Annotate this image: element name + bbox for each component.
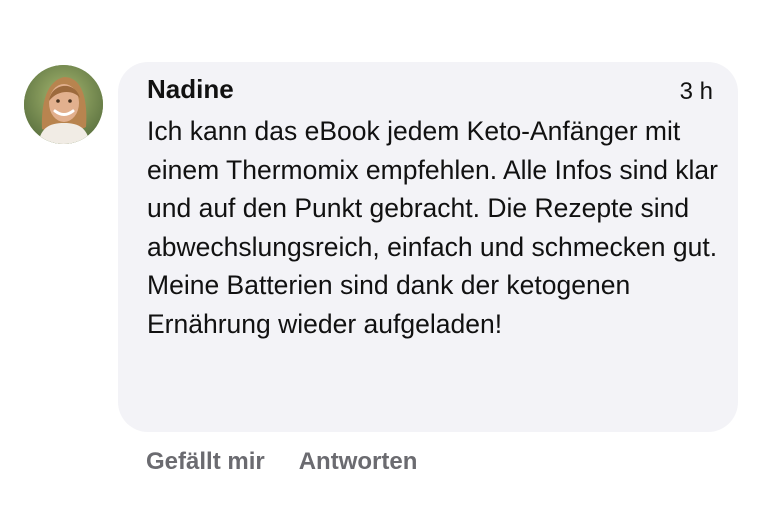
comment-actions: Gefällt mir Antworten [146, 446, 417, 478]
comment-author[interactable]: Nadine [147, 73, 234, 105]
user-avatar-photo-icon [24, 65, 103, 144]
avatar[interactable] [24, 65, 103, 144]
like-button[interactable]: Gefällt mir [146, 446, 265, 478]
comment-timestamp[interactable]: 3 h [680, 77, 713, 107]
reply-button[interactable]: Antworten [299, 446, 418, 478]
comment-bubble: Nadine 3 h Ich kann das eBook jedem Keto… [118, 62, 738, 432]
comment-text: Ich kann das eBook jedem Keto-Anfänger m… [147, 116, 718, 339]
